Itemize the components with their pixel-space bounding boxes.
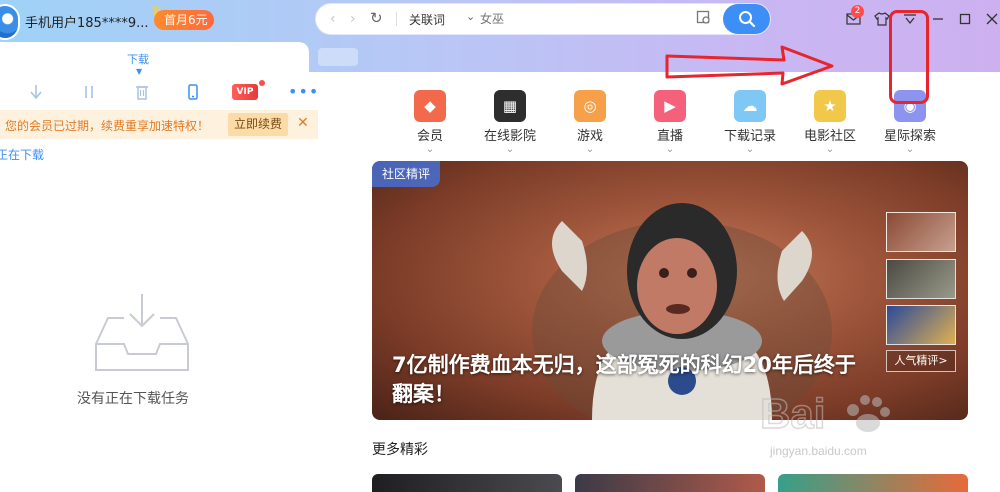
category-label: 电影社区 <box>803 129 856 144</box>
category-0[interactable]: ◆ 会员 ⌄ <box>395 90 465 155</box>
chevron-down-icon[interactable]: ⌄ <box>715 145 785 155</box>
chevron-down-icon[interactable]: ⌄ <box>555 145 625 155</box>
category-4[interactable]: ☁ 下载记录 ⌄ <box>715 90 785 155</box>
content-card-3[interactable] <box>778 474 968 492</box>
category-label: 游戏 <box>576 129 603 144</box>
category-1[interactable]: ▦ 在线影院 ⌄ <box>475 90 545 155</box>
chevron-down-icon[interactable]: ⌄ <box>475 145 545 155</box>
highlight-box <box>889 10 929 104</box>
search-input[interactable] <box>480 9 680 29</box>
more-icon[interactable]: ••• <box>288 82 319 101</box>
search-icon <box>738 11 755 28</box>
svg-text:Bai: Bai <box>760 390 825 437</box>
username[interactable]: 手机用户185****9... <box>25 12 148 31</box>
watermark-url: jingyan.baidu.com <box>770 444 867 458</box>
popular-reviews-button[interactable]: 人气精评> <box>886 350 956 372</box>
panel-tab-handle[interactable] <box>318 48 358 66</box>
film-icon: ▦ <box>494 90 526 122</box>
category-label: 直播 <box>656 129 683 144</box>
mobile-icon[interactable] <box>182 82 204 102</box>
message-count-badge: 2 <box>851 5 864 18</box>
thumbnail-2[interactable] <box>886 259 956 299</box>
minimize-icon[interactable] <box>928 9 948 29</box>
gamepad-icon: ◎ <box>574 90 606 122</box>
notification-dot <box>259 80 265 86</box>
keyword-type-select[interactable]: 关联词 <box>409 11 445 28</box>
category-5[interactable]: ★ 电影社区 ⌄ <box>795 90 865 155</box>
arrow-annotation-icon <box>665 45 834 86</box>
chevron-down-icon[interactable]: ⌄ <box>795 145 865 155</box>
vip-promo-badge[interactable]: 首月6元 <box>154 10 214 30</box>
content-card-1[interactable] <box>372 474 562 492</box>
notice-close-icon[interactable]: ✕ <box>297 115 309 131</box>
category-label: 在线影院 <box>483 129 536 144</box>
screenshot-search-icon[interactable] <box>696 10 711 29</box>
vip-tool-button[interactable]: VIP <box>232 84 258 100</box>
banner-tag: 社区精评 <box>372 161 441 187</box>
diamond-icon: ◆ <box>414 90 446 122</box>
category-label: 会员 <box>416 129 443 144</box>
tab-indicator-icon: ▼ <box>136 67 143 76</box>
trophy-icon: ★ <box>814 90 846 122</box>
category-label: 下载记录 <box>723 129 776 144</box>
chevron-down-icon[interactable]: ⌄ <box>875 145 945 155</box>
renew-button[interactable]: 立即续费 <box>228 113 288 136</box>
forward-arrow-icon[interactable]: › <box>350 11 356 27</box>
chevron-down-icon[interactable]: ⌄ <box>395 145 465 155</box>
section-title: 更多精彩 <box>372 442 428 458</box>
membership-notice: 您的会员已过期，续费重享加速特权！ 立即续费 ✕ <box>0 110 318 139</box>
subtab-downloading[interactable]: 正在下载 <box>0 146 44 163</box>
thumbnail-3[interactable] <box>886 305 956 345</box>
pause-icon[interactable] <box>78 82 100 102</box>
category-3[interactable]: ▶ 直播 ⌄ <box>635 90 705 155</box>
content-card-2[interactable] <box>575 474 765 492</box>
maximize-icon[interactable] <box>955 9 975 29</box>
category-label: 星际探索 <box>883 129 936 144</box>
empty-tray-icon <box>95 294 189 371</box>
chevron-down-icon[interactable]: ⌄ <box>635 145 705 155</box>
refresh-icon[interactable]: ↻ <box>370 9 383 27</box>
notice-text: 您的会员已过期，续费重享加速特权！ <box>5 119 210 133</box>
cloud-icon: ☁ <box>734 90 766 122</box>
thumbnail-1[interactable] <box>886 212 956 252</box>
address-search-bar: ‹ › ↻ 关联词 ⌄ <box>316 4 770 34</box>
tv-icon: ▶ <box>654 90 686 122</box>
divider <box>396 12 397 26</box>
search-button[interactable] <box>723 4 770 34</box>
delete-icon[interactable] <box>131 82 153 102</box>
category-2[interactable]: ◎ 游戏 ⌄ <box>555 90 625 155</box>
tab-download[interactable]: 下载 <box>127 51 149 67</box>
download-icon[interactable] <box>25 82 47 102</box>
empty-state-text: 没有正在下载任务 <box>77 391 189 407</box>
close-icon[interactable] <box>982 9 1000 29</box>
chevron-down-icon[interactable]: ⌄ <box>466 10 475 23</box>
back-arrow-icon[interactable]: ‹ <box>330 11 336 27</box>
